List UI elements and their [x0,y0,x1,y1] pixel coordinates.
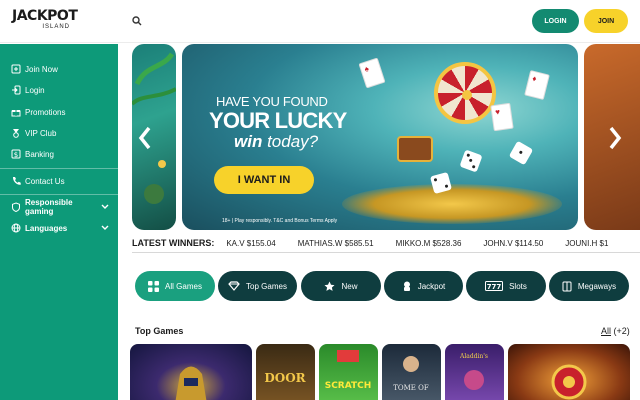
winner-entry: KA.V $155.04 [226,238,276,248]
tab-label: Megaways [577,281,617,291]
game-tile[interactable]: DOOR [256,344,315,400]
tab-label: Top Games [246,281,287,291]
banner-terms-text: 18+ | Play responsibly. T&C and Bonus Te… [222,218,338,224]
dice-image [459,149,483,173]
banner-headline-line2: YOUR LUCKY [209,108,347,133]
winner-entry: JOUNI.H $1 [565,238,609,248]
banking-icon: $ [11,149,21,159]
diamond-icon [228,281,240,291]
phone-icon [11,176,21,186]
dice-image [508,140,534,166]
sidebar-item-banking[interactable]: $ Banking [0,144,118,164]
sidebar-item-vip-club[interactable]: VIP Club [0,123,118,143]
sidebar-item-label: Login [25,85,45,95]
svg-text:$: $ [14,151,18,159]
playing-card-image: ♠ [358,57,386,89]
sidebar-item-contact-us[interactable]: Contact Us [0,171,118,191]
jackpot-icon [402,281,412,292]
promo-banner[interactable]: ♠ ♦ ♥ HAVE YOU FOUND YOUR LUCKY win toda… [182,44,578,230]
tab-label: New [341,281,358,291]
tab-jackpot[interactable]: Jackpot [384,271,463,301]
carousel-prev-arrow[interactable] [138,126,152,156]
sidebar-item-promotions[interactable]: Promotions [0,102,118,122]
shield-icon [11,202,21,212]
banner-headline-line3: win today? [234,132,319,151]
svg-text:SCRATCH: SCRATCH [325,381,372,391]
game-tile[interactable]: SCRATCH [319,344,378,400]
game-category-tabs: All Games Top Games New Jackpot 777 Slot… [135,271,640,301]
sidebar: Join Now Login Promotions VIP Club $ Ban… [0,44,118,400]
sidebar-divider [0,194,118,195]
sidebar-item-join-now[interactable]: Join Now [0,59,118,79]
search-icon[interactable] [131,14,143,26]
slots-icon: 777 [485,281,504,291]
tab-top-games[interactable]: Top Games [218,271,297,301]
game-tile[interactable]: TOME OF [382,344,441,400]
sidebar-item-label: Join Now [25,64,58,74]
star-icon [324,281,335,292]
tab-new[interactable]: New [301,271,381,301]
megaways-icon [562,281,572,292]
top-games-grid: DOOR SCRATCH TOME OF Aladdin's [130,344,640,400]
logo-subtext: ISLAND [42,24,70,30]
carousel-next-arrow[interactable] [608,126,622,156]
globe-icon [11,223,21,233]
tab-label: Jackpot [417,281,446,291]
svg-text:TOME OF: TOME OF [393,384,429,392]
tab-label: All Games [165,281,202,291]
winner-entry: JOHN.V $114.50 [483,238,544,248]
i-want-in-button[interactable]: I WANT IN [214,166,314,194]
tab-label: Slots [509,281,527,291]
sidebar-item-label: VIP Club [25,128,57,138]
fortune-wheel-image [434,62,496,124]
playing-card-image: ♦ [524,69,550,101]
jackpot-island-logo[interactable]: JACKPOT ISLAND [12,9,82,35]
join-button[interactable]: JOIN [584,9,628,33]
sidebar-divider [0,168,118,169]
latest-winners-ticker: LATEST WINNERS: KA.V $155.04 MATHIAS.W $… [132,235,640,251]
sidebar-item-label: Contact Us [25,176,65,186]
sidebar-item-login[interactable]: Login [0,80,118,100]
playing-card-image: ♥ [490,102,514,132]
sidebar-item-languages[interactable]: Languages [0,218,118,238]
tab-slots[interactable]: 777 Slots [466,271,546,301]
vip-icon [11,128,21,138]
chevron-down-icon [101,203,109,212]
tab-all-games[interactable]: All Games [135,271,215,301]
game-tile[interactable]: Aladdin's [445,344,504,400]
gold-coins-image [342,184,562,224]
gift-icon [11,107,21,117]
sidebar-item-label: Banking [25,149,54,159]
svg-text:Aladdin's: Aladdin's [459,353,488,360]
winner-entry: MIKKO.M $528.36 [395,238,462,248]
svg-text:777: 777 [487,283,502,291]
top-games-heading: Top Games [135,326,184,336]
main-content: ♠ ♦ ♥ HAVE YOU FOUND YOUR LUCKY win toda… [118,44,640,400]
login-icon [11,85,21,95]
svg-text:DOOR: DOOR [264,371,306,385]
treasure-chest-image [397,136,433,162]
logo-text: JACKPOT [12,8,78,24]
sidebar-item-label: Languages [25,223,68,233]
game-tile[interactable] [508,344,630,400]
top-games-all-link[interactable]: All (+2) [601,326,630,336]
winners-divider [132,252,640,253]
grid-icon [148,280,160,292]
categories-scroll-right-icon[interactable] [617,274,625,291]
join-icon [11,64,21,74]
latest-winners-label: LATEST WINNERS: [132,238,215,248]
winner-entry: MATHIAS.W $585.51 [297,238,374,248]
sidebar-item-label: Promotions [25,107,66,117]
chevron-down-icon [101,224,109,233]
top-bar: JACKPOT ISLAND LOGIN JOIN [0,0,640,43]
login-button[interactable]: LOGIN [532,9,579,33]
banner-headline-line1: HAVE YOU FOUND [216,94,328,109]
sidebar-item-responsible-gaming[interactable]: Responsible gaming [0,197,118,217]
sidebar-item-label: Responsible gaming [25,198,73,216]
game-tile[interactable] [130,344,252,400]
